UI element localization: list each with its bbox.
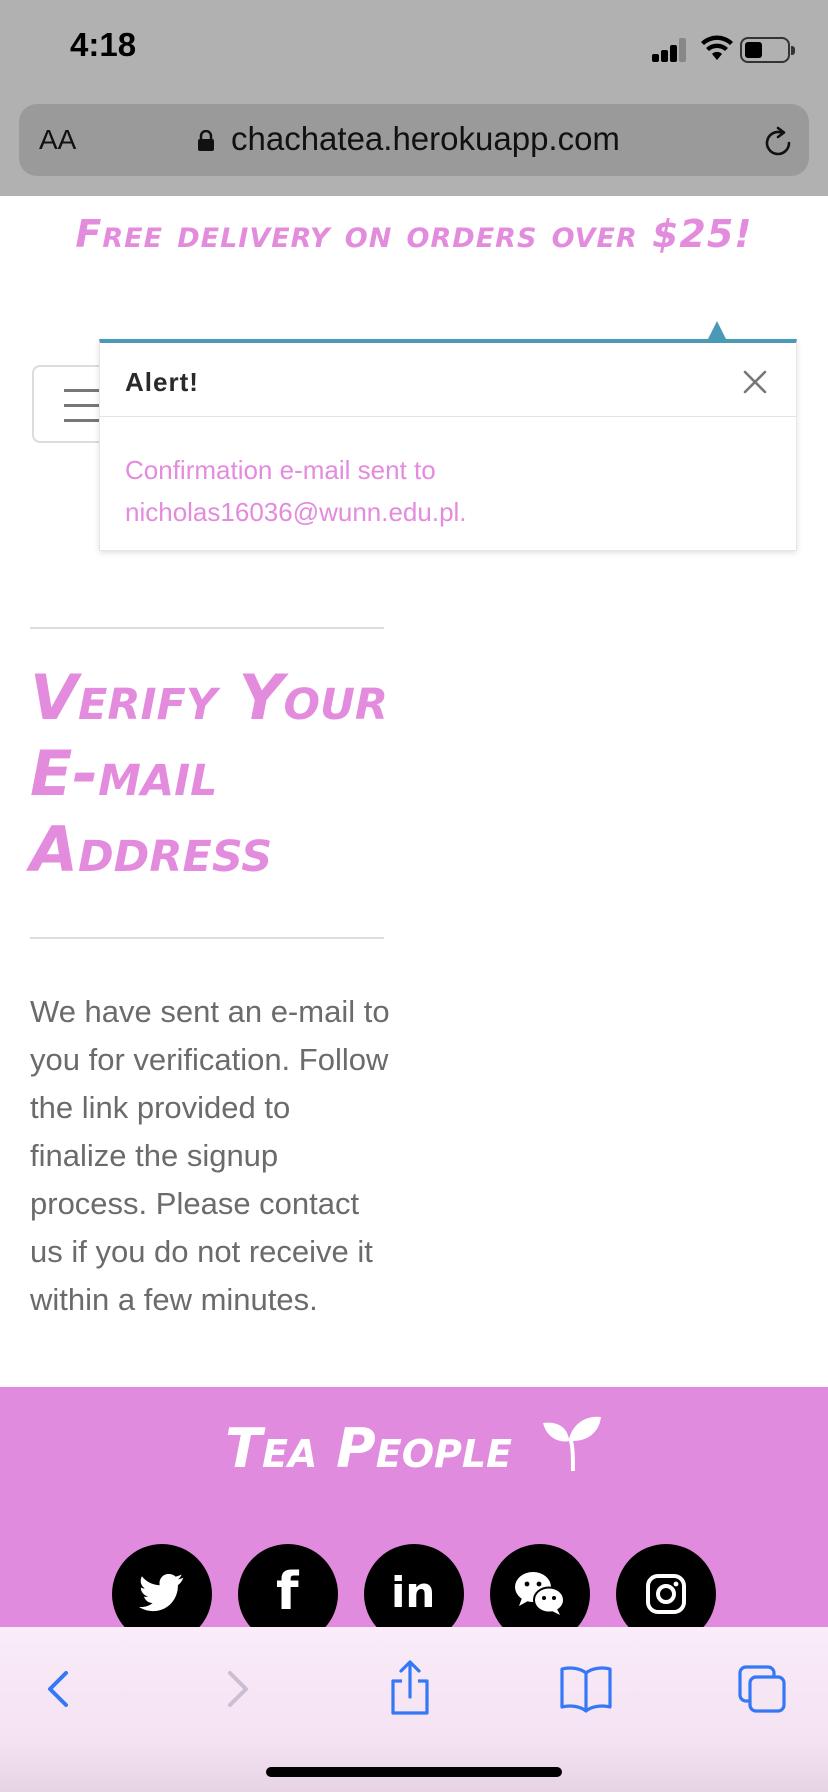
instagram-icon xyxy=(646,1574,686,1614)
alert-arrow xyxy=(708,321,726,339)
linkedin-icon: in xyxy=(391,1568,436,1617)
heading-top-divider xyxy=(30,627,384,629)
address-bar[interactable]: AA chachatea.herokuapp.com xyxy=(19,104,809,176)
tabs-icon[interactable] xyxy=(732,1659,792,1719)
footer: Tea People f in xyxy=(0,1387,828,1644)
page-title: Verify Your E-mail Address xyxy=(30,661,389,886)
bookmarks-icon[interactable] xyxy=(556,1659,616,1719)
promo-banner: Free delivery on orders over $25! xyxy=(75,212,753,256)
wifi-icon xyxy=(701,35,733,60)
alert-message: Confirmation e-mail sent to nicholas1603… xyxy=(125,455,467,527)
verification-message: We have sent an e-mail to you for verifi… xyxy=(30,994,390,1317)
back-icon[interactable] xyxy=(30,1659,90,1719)
status-bar: 4:18 xyxy=(0,0,828,100)
text-size-label: AA xyxy=(39,124,77,155)
home-indicator[interactable] xyxy=(266,1767,562,1777)
wechat-icon xyxy=(515,1572,565,1615)
reload-icon[interactable] xyxy=(761,126,795,160)
share-icon[interactable] xyxy=(380,1659,440,1719)
signal-icon xyxy=(652,38,688,62)
status-time: 4:18 xyxy=(70,26,137,63)
twitter-icon xyxy=(139,1574,184,1612)
browser-chrome: AA chachatea.herokuapp.com xyxy=(0,100,828,196)
lock-icon xyxy=(198,130,214,151)
facebook-icon: f xyxy=(276,1562,299,1622)
heading-bottom-divider xyxy=(30,937,384,939)
browser-toolbar xyxy=(0,1627,828,1792)
url-text[interactable]: chachatea.herokuapp.com xyxy=(231,120,620,158)
close-icon[interactable] xyxy=(740,367,770,397)
alert-title: Alert! xyxy=(125,367,199,397)
forward-icon[interactable] xyxy=(206,1659,266,1719)
footer-brand[interactable]: Tea People xyxy=(0,1415,828,1480)
text-size-button[interactable]: AA xyxy=(39,124,76,156)
alert-popover: Alert! Confirmation e-mail sent to nicho… xyxy=(99,321,797,551)
alert-divider xyxy=(100,416,796,417)
brand-name: Tea People xyxy=(225,1417,513,1480)
battery-icon xyxy=(740,37,795,63)
sprout-icon xyxy=(542,1416,601,1471)
